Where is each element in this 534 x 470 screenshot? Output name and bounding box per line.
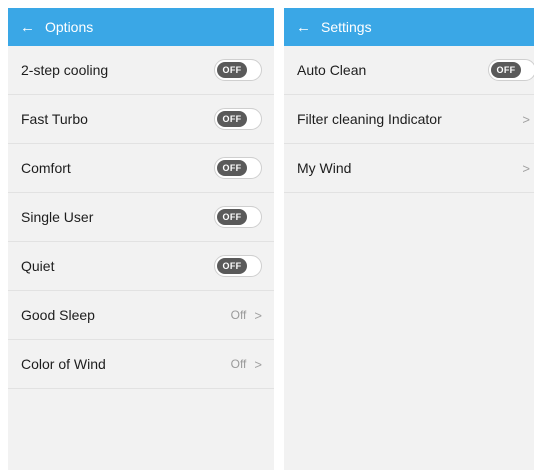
row-label: Single User xyxy=(21,209,94,225)
toggle-quiet[interactable]: OFF xyxy=(214,255,262,277)
toggle-2-step-cooling[interactable]: OFF xyxy=(214,59,262,81)
row-label: 2-step cooling xyxy=(21,62,109,78)
row-2-step-cooling[interactable]: 2-step cooling OFF xyxy=(8,46,274,95)
row-label: Quiet xyxy=(21,258,55,274)
toggle-comfort[interactable]: OFF xyxy=(214,157,262,179)
toggle-knob: OFF xyxy=(217,209,247,225)
row-label: Auto Clean xyxy=(297,62,367,78)
options-screen: ← Options 2-step cooling OFF Fast Turbo … xyxy=(8,8,274,470)
toggle-knob: OFF xyxy=(217,62,247,78)
row-auto-clean[interactable]: Auto Clean OFF xyxy=(284,46,534,95)
toggle-knob: OFF xyxy=(217,111,247,127)
toggle-single-user[interactable]: OFF xyxy=(214,206,262,228)
back-arrow-icon[interactable]: ← xyxy=(296,20,311,35)
settings-app-bar: ← Settings xyxy=(284,8,534,46)
row-value: Off xyxy=(230,308,247,322)
row-label: Filter cleaning Indicator xyxy=(297,111,442,127)
row-good-sleep[interactable]: Good Sleep Off > xyxy=(8,291,274,340)
row-color-of-wind[interactable]: Color of Wind Off > xyxy=(8,340,274,389)
row-single-user[interactable]: Single User OFF xyxy=(8,193,274,242)
row-fast-turbo[interactable]: Fast Turbo OFF xyxy=(8,95,274,144)
toggle-fast-turbo[interactable]: OFF xyxy=(214,108,262,130)
row-value: Off xyxy=(230,357,247,371)
row-filter-cleaning-indicator[interactable]: Filter cleaning Indicator > xyxy=(284,95,534,144)
row-label: Good Sleep xyxy=(21,307,95,323)
row-my-wind[interactable]: My Wind > xyxy=(284,144,534,193)
options-list: 2-step cooling OFF Fast Turbo OFF Comfor… xyxy=(8,46,274,389)
value-group: Off > xyxy=(231,308,262,323)
chevron-right-icon: > xyxy=(254,307,262,323)
page-title: Options xyxy=(45,19,94,35)
chevron-right-icon: > xyxy=(254,356,262,372)
page-title: Settings xyxy=(321,19,372,35)
options-app-bar: ← Options xyxy=(8,8,274,46)
row-label: Comfort xyxy=(21,160,71,176)
row-comfort[interactable]: Comfort OFF xyxy=(8,144,274,193)
settings-list: Auto Clean OFF Filter cleaning Indicator… xyxy=(284,46,534,193)
chevron-right-icon: > xyxy=(522,111,530,127)
value-group: Off > xyxy=(231,357,262,372)
chevron-right-icon: > xyxy=(522,160,530,176)
row-quiet[interactable]: Quiet OFF xyxy=(8,242,274,291)
toggle-knob: OFF xyxy=(217,258,247,274)
row-label: My Wind xyxy=(297,160,352,176)
back-arrow-icon[interactable]: ← xyxy=(20,20,35,35)
toggle-knob: OFF xyxy=(217,160,247,176)
toggle-auto-clean[interactable]: OFF xyxy=(488,59,534,81)
row-label: Color of Wind xyxy=(21,356,106,372)
row-label: Fast Turbo xyxy=(21,111,88,127)
settings-screen: ← Settings Auto Clean OFF Filter cleanin… xyxy=(284,8,534,470)
toggle-knob: OFF xyxy=(491,62,521,78)
